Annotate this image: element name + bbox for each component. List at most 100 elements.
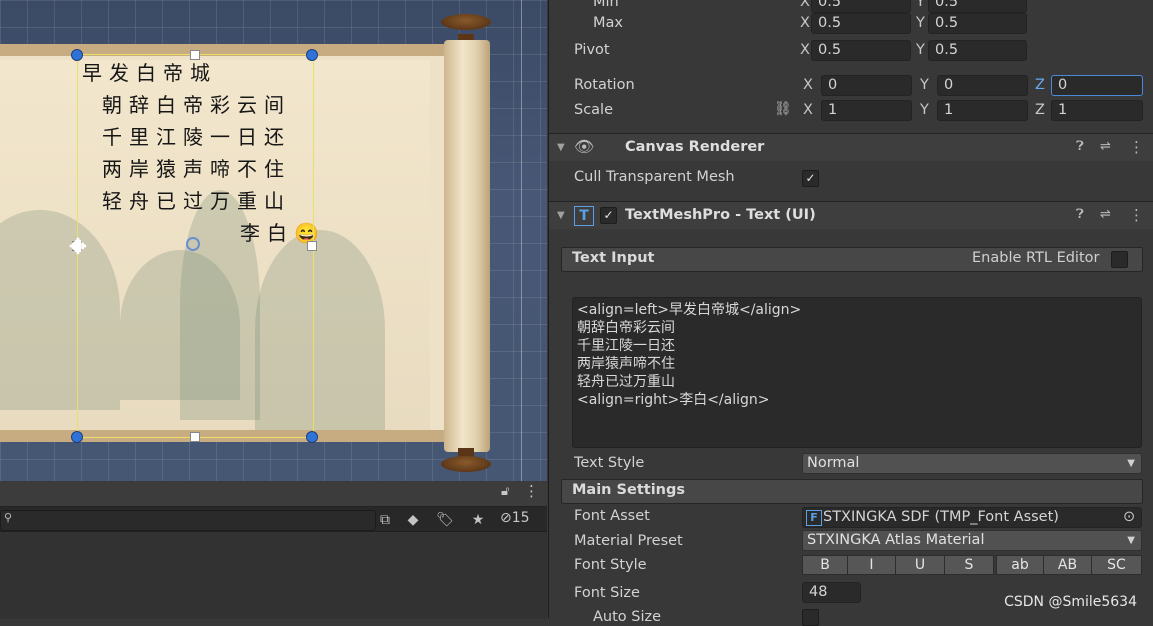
inspector-panel: Min X 0.5 Y 0.5 Max X 0.5 Y 0.5 Pivot X … [548, 0, 1153, 626]
cull-transparent-mesh-label: Cull Transparent Mesh [574, 169, 735, 185]
auto-size-label: Auto Size [593, 609, 662, 625]
main-settings-label: Main Settings [572, 482, 685, 498]
preset-icon[interactable]: ⇌ [1100, 139, 1111, 154]
lock-icon[interactable]: 🔓︎ [501, 484, 509, 499]
object-picker-icon[interactable]: ⊙ [1123, 508, 1135, 527]
axis-x-label: X [800, 15, 810, 31]
constrain-proportions-icon[interactable]: ⛓︎ [774, 101, 792, 117]
favorites-star-icon[interactable]: ★ [466, 509, 490, 531]
corner-handle[interactable] [71, 431, 83, 443]
scale-label: Scale [574, 102, 614, 118]
panel-header: 🔓︎ ⋮ [0, 481, 547, 507]
font-style-bold-button[interactable]: B [802, 555, 848, 575]
font-style-lowercase-button[interactable]: ab [996, 555, 1044, 575]
eye-slash-icon: ⊘ [500, 510, 512, 526]
pivot-y-field[interactable]: 0.5 [928, 40, 1027, 61]
foldout-arrow-icon[interactable]: ▼ [557, 142, 565, 153]
component-title: TextMeshPro - Text (UI) [625, 207, 816, 223]
text-input-line: 轻舟已过万重山 [577, 374, 675, 390]
edge-handle[interactable] [190, 432, 200, 442]
search-input[interactable]: ⚲ [0, 510, 376, 531]
font-asset-field[interactable]: F STXINGKA SDF (TMP_Font Asset) ⊙ [802, 507, 1142, 528]
eye-icon: 👁︎ [574, 137, 595, 156]
text-input-line: 两岸猿声啼不住 [577, 356, 675, 372]
more-options-icon[interactable]: ⋮ [1129, 138, 1144, 156]
more-options-icon[interactable]: ⋮ [1129, 206, 1144, 224]
text-input-line: 朝辞白帝彩云间 [577, 320, 675, 336]
enable-rtl-editor-label: Enable RTL Editor [972, 250, 1100, 266]
text-style-dropdown[interactable]: Normal ▼ [802, 453, 1142, 474]
scale-z-field[interactable]: 1 [1051, 100, 1143, 121]
scale-x-field[interactable]: 1 [821, 100, 912, 121]
axis-x-label: X [800, 42, 810, 58]
filter-by-type-icon[interactable]: ◆ [401, 509, 425, 531]
font-style-uppercase-button[interactable]: AB [1043, 555, 1092, 575]
enable-rtl-editor-checkbox[interactable] [1111, 251, 1128, 268]
font-asset-label: Font Asset [574, 508, 650, 524]
scroll-knob-top [441, 14, 491, 30]
edge-handle[interactable] [307, 241, 317, 251]
font-size-field[interactable]: 48 [802, 582, 861, 603]
component-enabled-checkbox[interactable]: ✓ [600, 207, 617, 224]
search-icon: ⚲ [4, 511, 13, 524]
text-input-section-header[interactable]: Text Input Enable RTL Editor [561, 247, 1143, 272]
axis-x-label: X [803, 102, 813, 118]
font-size-label: Font Size [574, 585, 640, 601]
corner-handle[interactable] [306, 49, 318, 61]
pivot-x-field[interactable]: 0.5 [811, 40, 911, 61]
anchor-min-y-field[interactable]: 0.5 [928, 0, 1027, 13]
text-input-area[interactable]: <align=left>早发白帝城</align> 朝辞白帝彩云间 千里江陵一日… [572, 297, 1142, 448]
project-content-area[interactable] [0, 531, 547, 619]
text-input-line: 千里江陵一日还 [577, 338, 675, 354]
font-style-strikethrough-button[interactable]: S [944, 555, 994, 575]
anchor-max-label: Max [593, 15, 623, 31]
search-options-icon[interactable]: ⧉ [373, 509, 397, 531]
anchor-max-x-field[interactable]: 0.5 [811, 13, 911, 34]
hidden-packages-toggle[interactable]: ⊘15 [500, 510, 530, 526]
corner-handle[interactable] [71, 49, 83, 61]
help-icon[interactable]: ❓︎ [1076, 207, 1084, 222]
axis-y-label: Y [920, 77, 929, 93]
cull-transparent-mesh-checkbox[interactable]: ✓ [802, 170, 819, 187]
material-preset-label: Material Preset [574, 533, 683, 549]
more-options-icon[interactable]: ⋮ [524, 482, 539, 500]
project-panel: 🔓︎ ⋮ ⚲ ⧉ ◆ 🏷︎ ★ ⊘15 [0, 481, 547, 619]
axis-y-label: Y [916, 15, 925, 31]
material-preset-dropdown[interactable]: STXINGKA Atlas Material ▼ [802, 530, 1142, 551]
main-settings-section-header[interactable]: Main Settings [561, 479, 1143, 504]
anchor-min-x-field[interactable]: 0.5 [811, 0, 911, 13]
axis-x-label: X [803, 77, 813, 93]
text-input-line: <align=right>李白</align> [577, 392, 770, 408]
scene-view[interactable]: 早发白帝城 朝辞白帝彩云间 千里江陵一日还 两岸猿声啼不住 轻舟已过万重山 李白… [0, 0, 547, 481]
foldout-arrow-icon[interactable]: ▼ [557, 210, 565, 221]
filter-by-label-icon[interactable]: 🏷︎ [433, 509, 457, 531]
watermark-text: CSDN @Smile5634 [1004, 594, 1137, 610]
axis-y-label: Y [916, 42, 925, 58]
axis-y-label: Y [916, 0, 925, 10]
font-style-underline-button[interactable]: U [895, 555, 945, 575]
preset-icon[interactable]: ⇌ [1100, 207, 1111, 222]
corner-handle[interactable] [306, 431, 318, 443]
textmeshpro-component-icon: T [574, 206, 594, 226]
chevron-down-icon: ▼ [1127, 535, 1135, 546]
pivot-handle[interactable] [186, 237, 200, 251]
axis-y-label: Y [920, 102, 929, 118]
rotation-label: Rotation [574, 77, 635, 93]
scroll-roller [444, 40, 490, 452]
canvas-renderer-header[interactable]: ▼ 👁︎ Canvas Renderer ❓︎ ⇌ ⋮ [549, 133, 1153, 161]
rotation-y-field[interactable]: 0 [937, 75, 1028, 96]
font-style-italic-button[interactable]: I [847, 555, 896, 575]
rotation-z-field[interactable]: 0 [1051, 75, 1143, 96]
text-style-value: Normal [807, 455, 860, 471]
rotation-x-field[interactable]: 0 [821, 75, 912, 96]
font-style-smallcaps-button[interactable]: SC [1091, 555, 1142, 575]
help-icon[interactable]: ❓︎ [1076, 139, 1084, 154]
font-asset-icon: F [806, 510, 822, 526]
scale-y-field[interactable]: 1 [937, 100, 1028, 121]
anchor-max-y-field[interactable]: 0.5 [928, 13, 1027, 34]
textmeshpro-header[interactable]: ▼ T ✓ TextMeshPro - Text (UI) ❓︎ ⇌ ⋮ [549, 201, 1153, 229]
text-input-label: Text Input [572, 250, 655, 266]
edge-handle[interactable] [190, 50, 200, 60]
canvas-boundary-line [521, 0, 522, 481]
anchor-min-label: Min [593, 0, 619, 10]
